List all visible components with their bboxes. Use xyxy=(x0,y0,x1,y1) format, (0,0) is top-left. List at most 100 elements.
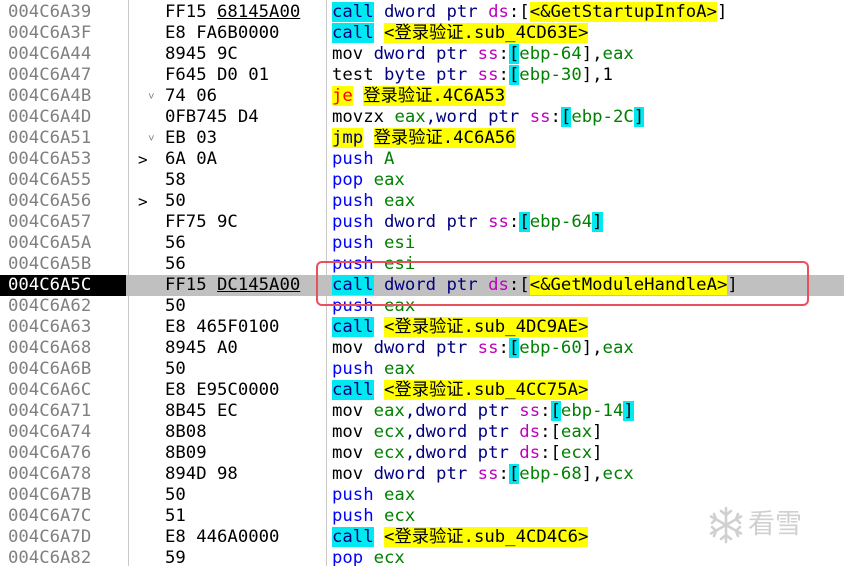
disasm-token xyxy=(374,317,384,337)
address-cell[interactable]: 004C6A68 xyxy=(0,338,126,359)
instruction-row[interactable]: 004C6A76 8B09 mov ecx,dword ptr ds:[ecx] xyxy=(0,443,844,464)
bytes-text: 50 xyxy=(165,359,186,379)
jump-mark xyxy=(134,23,158,44)
address-cell[interactable]: 004C6A78 xyxy=(0,464,126,485)
address-cell[interactable]: 004C6A76 xyxy=(0,443,126,464)
disasm-token: ss xyxy=(477,44,499,64)
disasm-token: <登录验证.sub_4CC75A> xyxy=(384,380,589,400)
bytes-text: E8 FA6B0000 xyxy=(165,23,280,43)
address-cell[interactable]: 004C6A71 xyxy=(0,401,126,422)
disassembly-cell: jmp 登录验证.4C6A56 xyxy=(332,128,516,149)
bytes-text: 50 xyxy=(165,485,186,505)
bytes-text: 50 xyxy=(165,296,186,316)
disasm-token: <登录验证.sub_4CD4C6> xyxy=(384,527,589,547)
instruction-row[interactable]: 004C6A51 ˅ EB 03 jmp 登录验证.4C6A56 xyxy=(0,128,844,149)
instruction-row[interactable]: 004C6A63 E8 465F0100 call <登录验证.sub_4DC9AE… xyxy=(0,317,844,338)
disasm-token: eax xyxy=(602,338,634,358)
jump-mark xyxy=(134,338,158,359)
address-cell[interactable]: 004C6A6B xyxy=(0,359,126,380)
bytes-cell: 8945 A0 xyxy=(165,338,238,359)
bytes-cell: E8 465F0100 xyxy=(165,317,279,338)
instruction-row[interactable]: 004C6A53 >6A 0A push A xyxy=(0,149,844,170)
address-cell[interactable]: 004C6A82 xyxy=(0,548,126,566)
bytes-cell: E8 446A0000 xyxy=(165,527,279,548)
address-cell[interactable]: 004C6A7C xyxy=(0,506,126,527)
disasm-token: [ xyxy=(519,212,530,232)
address-cell[interactable]: 004C6A7D xyxy=(0,527,126,548)
jump-mark xyxy=(134,527,158,548)
bytes-text: 59 xyxy=(165,548,186,566)
instruction-row[interactable]: 004C6A71 8B45 EC mov eax,dword ptr ss:[ebp… xyxy=(0,401,844,422)
instruction-row[interactable]: 004C6A39 FF15 68145A00 call dword ptr ds:[… xyxy=(0,2,844,23)
address-cell[interactable]: 004C6A5A xyxy=(0,233,126,254)
address-cell[interactable]: 004C6A5B xyxy=(0,254,126,275)
address-cell[interactable]: 004C6A57 xyxy=(0,212,126,233)
jump-mark xyxy=(134,275,158,296)
disasm-token: ss xyxy=(488,212,509,232)
disasm-token: ] xyxy=(716,2,728,22)
address-cell[interactable]: 004C6A44 xyxy=(0,44,126,65)
disasm-token: eax xyxy=(384,191,416,211)
address-cell[interactable]: 004C6A53 xyxy=(0,149,126,170)
disasm-token: ebp-14 xyxy=(560,401,624,421)
address-cell[interactable]: 004C6A3F xyxy=(0,23,126,44)
instruction-row[interactable]: 004C6A57 FF75 9C push dword ptr ss:[ebp-64… xyxy=(0,212,844,233)
instruction-row[interactable]: 004C6A78 894D 98 mov dword ptr ss:[ebp-68]… xyxy=(0,464,844,485)
bytes-text: 894D 98 xyxy=(165,464,238,484)
instruction-row[interactable]: 004C6A4B ˅ 74 06 je 登录验证.4C6A53 xyxy=(0,86,844,107)
instruction-row[interactable]: 004C6A6B 50 push eax xyxy=(0,359,844,380)
disasm-token: : xyxy=(498,65,509,85)
disassembly-cell: call dword ptr ds:[<&GetStartupInfoA>] xyxy=(332,2,727,23)
disasm-token: :[ xyxy=(540,422,561,442)
address-cell[interactable]: 004C6A7B xyxy=(0,485,126,506)
address-cell[interactable]: 004C6A47 xyxy=(0,65,126,86)
instruction-row[interactable]: 004C6A47 F645 D0 01 test byte ptr ss:[ebp-… xyxy=(0,65,844,86)
instruction-row[interactable]: 004C6A55 58 pop eax xyxy=(0,170,844,191)
instruction-row[interactable]: 004C6A3F E8 FA6B0000 call <登录验证.sub_4CD63E… xyxy=(0,23,844,44)
address-cell[interactable]: 004C6A63 xyxy=(0,317,126,338)
jump-mark xyxy=(134,443,158,464)
address-cell[interactable]: 004C6A51 xyxy=(0,128,126,149)
address-cell[interactable]: 004C6A4B xyxy=(0,86,126,107)
instruction-row[interactable]: 004C6A5A 56 push esi xyxy=(0,233,844,254)
disasm-token: eax xyxy=(560,422,593,442)
disasm-token: ds xyxy=(519,443,541,463)
instruction-row[interactable]: 004C6A44 8945 9C mov dword ptr ss:[ebp-64]… xyxy=(0,44,844,65)
instruction-row[interactable]: 004C6A68 8945 A0 mov dword ptr ss:[ebp-60]… xyxy=(0,338,844,359)
address-cell[interactable]: 004C6A4D xyxy=(0,107,126,128)
address-cell[interactable]: 004C6A62 xyxy=(0,296,126,317)
jump-mark xyxy=(134,380,158,401)
disasm-token: ] xyxy=(581,338,593,358)
jump-mark xyxy=(134,65,158,86)
jump-mark xyxy=(134,2,158,23)
disassembly-cell: mov ecx,dword ptr ds:[eax] xyxy=(332,422,603,443)
disasm-token: eax xyxy=(384,359,416,379)
jump-mark xyxy=(134,359,158,380)
disasm-token: ecx xyxy=(602,464,634,484)
disasm-token: dword ptr xyxy=(363,464,478,484)
disasm-token: ] xyxy=(592,212,603,232)
disasm-token: ecx xyxy=(560,443,593,463)
disasm-token: <登录验证.sub_4DC9AE> xyxy=(384,317,589,337)
bytes-cell: 50 xyxy=(165,359,186,380)
address-cell[interactable]: 004C6A39 xyxy=(0,2,126,23)
instruction-row[interactable]: 004C6A82 59 pop ecx xyxy=(0,548,844,566)
address-cell[interactable]: 004C6A5C xyxy=(0,275,126,296)
address-cell[interactable]: 004C6A55 xyxy=(0,170,126,191)
disasm-token xyxy=(374,359,384,379)
disassembly-view[interactable]: 004C6A39 FF15 68145A00 call dword ptr ds:[… xyxy=(0,0,844,566)
disasm-token: push xyxy=(332,359,374,379)
instruction-row[interactable]: 004C6A4D 0FB745 D4 movzx eax,word ptr ss:[… xyxy=(0,107,844,128)
address-cell[interactable]: 004C6A56 xyxy=(0,191,126,212)
bytes-cell: 8B08 xyxy=(165,422,207,443)
disasm-token: ebp-2C xyxy=(571,107,634,127)
disasm-token: [ xyxy=(508,44,520,64)
instruction-row[interactable]: 004C6A74 8B08 mov ecx,dword ptr ds:[eax] xyxy=(0,422,844,443)
instruction-row[interactable]: 004C6A6C E8 E95C0000 call <登录验证.sub_4CC75A… xyxy=(0,380,844,401)
disasm-token xyxy=(363,128,373,148)
disassembly-cell: push ecx xyxy=(332,506,415,527)
address-cell[interactable]: 004C6A6C xyxy=(0,380,126,401)
instruction-row[interactable]: 004C6A56 >50 push eax xyxy=(0,191,844,212)
address-cell[interactable]: 004C6A74 xyxy=(0,422,126,443)
disasm-token: eax xyxy=(602,44,634,64)
